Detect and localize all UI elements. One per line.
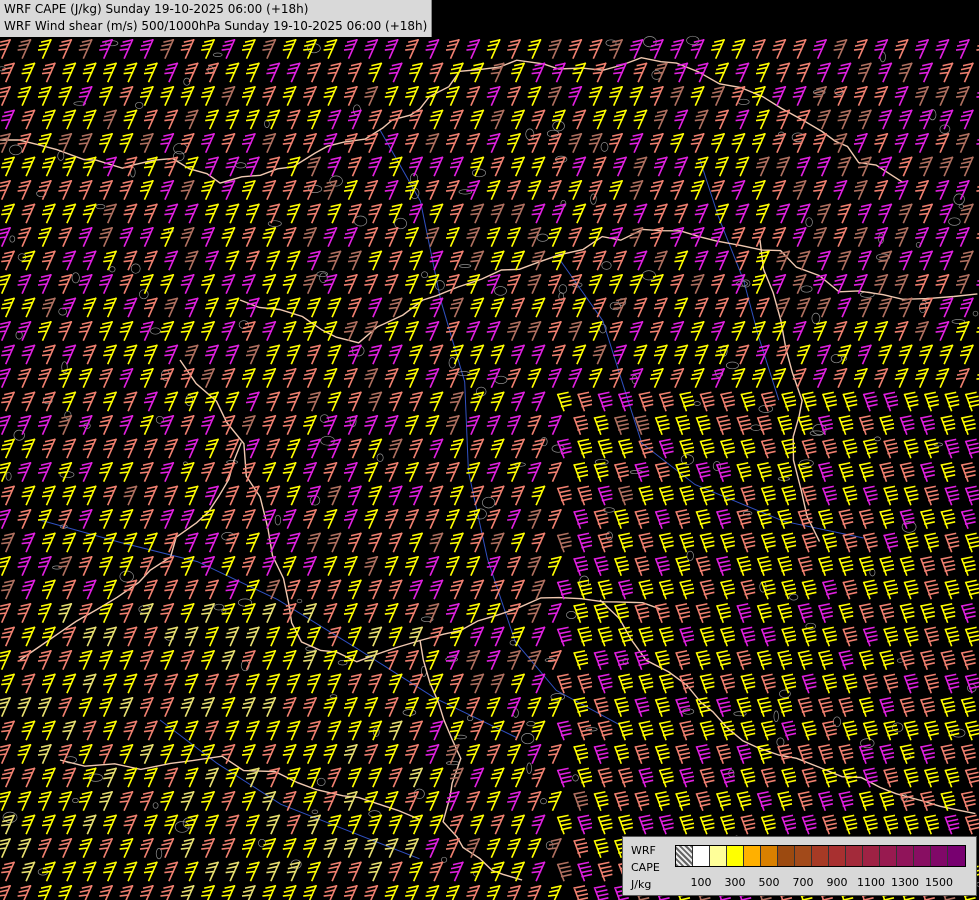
legend-swatch (914, 846, 931, 866)
title-wind-shear: WRF Wind shear (m/s) 500/1000hPa Sunday … (4, 19, 428, 33)
legend-swatch (829, 846, 846, 866)
legend-tick-labels: 100 300 500 700 900 1100 1300 1500 (675, 876, 975, 890)
title-cape: WRF CAPE (J/kg) Sunday 19-10-2025 06:00 … (4, 2, 309, 16)
legend-unit-label: J/kg (631, 878, 652, 891)
legend-color-scale (675, 845, 966, 867)
legend-swatch (744, 846, 761, 866)
legend-swatch (693, 846, 710, 866)
legend-swatch (863, 846, 880, 866)
legend-swatch (795, 846, 812, 866)
legend-tick: 900 (826, 876, 848, 889)
legend-tick: 100 (690, 876, 712, 889)
legend-swatch (710, 846, 727, 866)
legend-swatch (931, 846, 948, 866)
legend-swatch (846, 846, 863, 866)
legend-swatch (812, 846, 829, 866)
legend-swatch (727, 846, 744, 866)
legend-field-label: CAPE (631, 861, 660, 874)
legend-tick: 500 (758, 876, 780, 889)
weather-map (0, 0, 979, 900)
legend-swatch (897, 846, 914, 866)
legend-tick: 700 (792, 876, 814, 889)
legend-tick: 1100 (857, 876, 885, 889)
title-box: WRF CAPE (J/kg) Sunday 19-10-2025 06:00 … (0, 0, 433, 37)
legend-swatch (778, 846, 795, 866)
legend-tick: 1500 (925, 876, 953, 889)
legend-tick: 300 (724, 876, 746, 889)
legend-swatch (676, 846, 693, 866)
legend-swatch (948, 846, 965, 866)
cape-legend: WRF CAPE J/kg 100 300 500 700 900 1100 1300 150… (622, 836, 977, 896)
legend-swatch (880, 846, 897, 866)
legend-swatch (761, 846, 778, 866)
legend-tick: 1300 (891, 876, 919, 889)
legend-model-label: WRF (631, 844, 656, 857)
